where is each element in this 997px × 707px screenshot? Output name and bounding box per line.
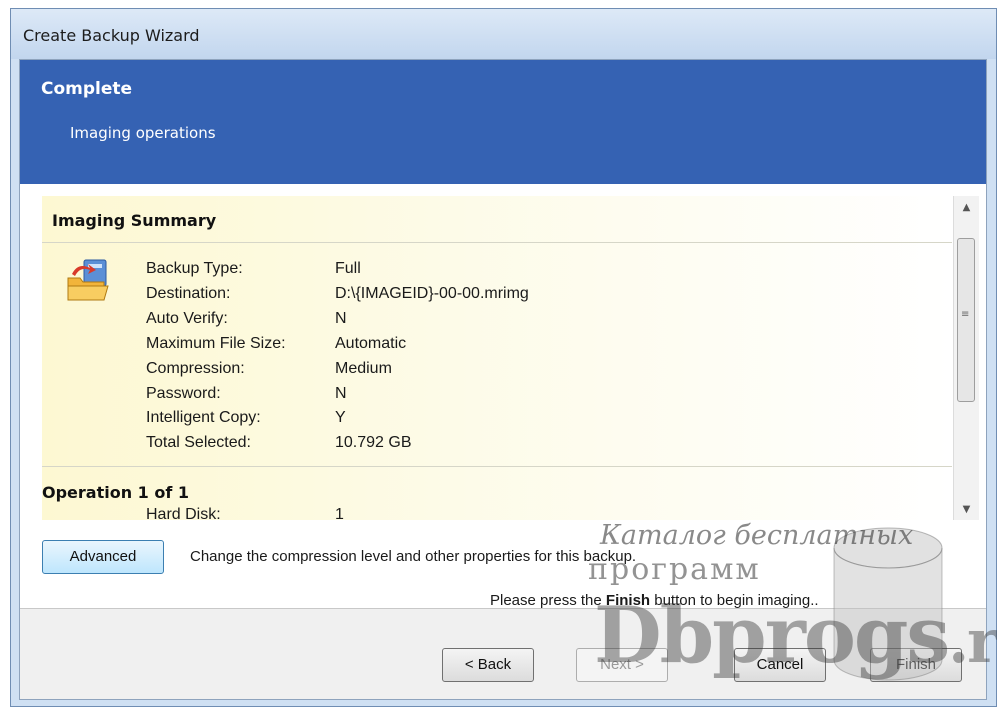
summary-value: Medium <box>335 360 392 377</box>
instruction-text-end: button to begin imaging.. <box>650 592 819 609</box>
scroll-down-icon[interactable]: ▼ <box>954 498 979 520</box>
wizard-banner: Complete Imaging operations <box>20 60 986 184</box>
cancel-button[interactable]: Cancel <box>734 648 826 682</box>
summary-label: Intelligent Copy: <box>146 409 261 426</box>
instruction-text: Please press the <box>490 592 606 609</box>
window-title: Create Backup Wizard <box>23 26 200 45</box>
summary-label: Maximum File Size: <box>146 335 286 352</box>
finish-instruction: Please press the Finish button to begin … <box>490 592 819 609</box>
scroll-up-icon[interactable]: ▲ <box>954 196 979 218</box>
title-bar: Create Backup Wizard <box>11 9 996 59</box>
summary-label: Destination: <box>146 285 231 302</box>
summary-value: N <box>335 310 347 327</box>
scroll-thumb[interactable]: ≡ <box>957 238 975 402</box>
divider <box>42 242 952 243</box>
content-area: Imaging Summary Backup Type: Full Destin… <box>20 184 986 609</box>
operation-value: 1 <box>335 506 344 523</box>
divider <box>42 466 952 467</box>
advanced-button[interactable]: Advanced <box>42 540 164 574</box>
summary-value: Y <box>335 409 346 426</box>
footer-divider <box>20 608 986 609</box>
summary-heading: Imaging Summary <box>52 211 217 230</box>
back-button[interactable]: < Back <box>442 648 534 682</box>
summary-label: Compression: <box>146 360 245 377</box>
summary-value: 10.792 GB <box>335 434 412 451</box>
grip-icon: ≡ <box>961 309 970 320</box>
vertical-scrollbar[interactable]: ▲ ≡ ▼ <box>953 196 979 520</box>
summary-panel[interactable]: Imaging Summary Backup Type: Full Destin… <box>42 196 952 523</box>
banner-title: Complete <box>41 79 133 99</box>
summary-value: D:\{IMAGEID}-00-00.mrimg <box>335 285 529 302</box>
wizard-body: Complete Imaging operations Imaging Summ… <box>19 59 987 700</box>
banner-subtitle: Imaging operations <box>70 124 216 142</box>
finish-button[interactable]: Finish <box>870 648 962 682</box>
operation-heading: Operation 1 of 1 <box>42 483 190 502</box>
summary-label: Backup Type: <box>146 260 243 277</box>
advanced-description: Change the compression level and other p… <box>190 548 637 565</box>
summary-value: N <box>335 385 347 402</box>
summary-label: Password: <box>146 385 221 402</box>
backup-folder-icon <box>64 256 114 306</box>
summary-value: Full <box>335 260 361 277</box>
operation-label: Hard Disk: <box>146 506 221 523</box>
summary-label: Total Selected: <box>146 434 251 451</box>
instruction-finish: Finish <box>605 592 651 609</box>
summary-label: Auto Verify: <box>146 310 228 327</box>
summary-value: Automatic <box>335 335 407 352</box>
wizard-window: Create Backup Wizard Complete Imaging op… <box>10 8 997 707</box>
next-button[interactable]: Next > <box>576 648 668 682</box>
